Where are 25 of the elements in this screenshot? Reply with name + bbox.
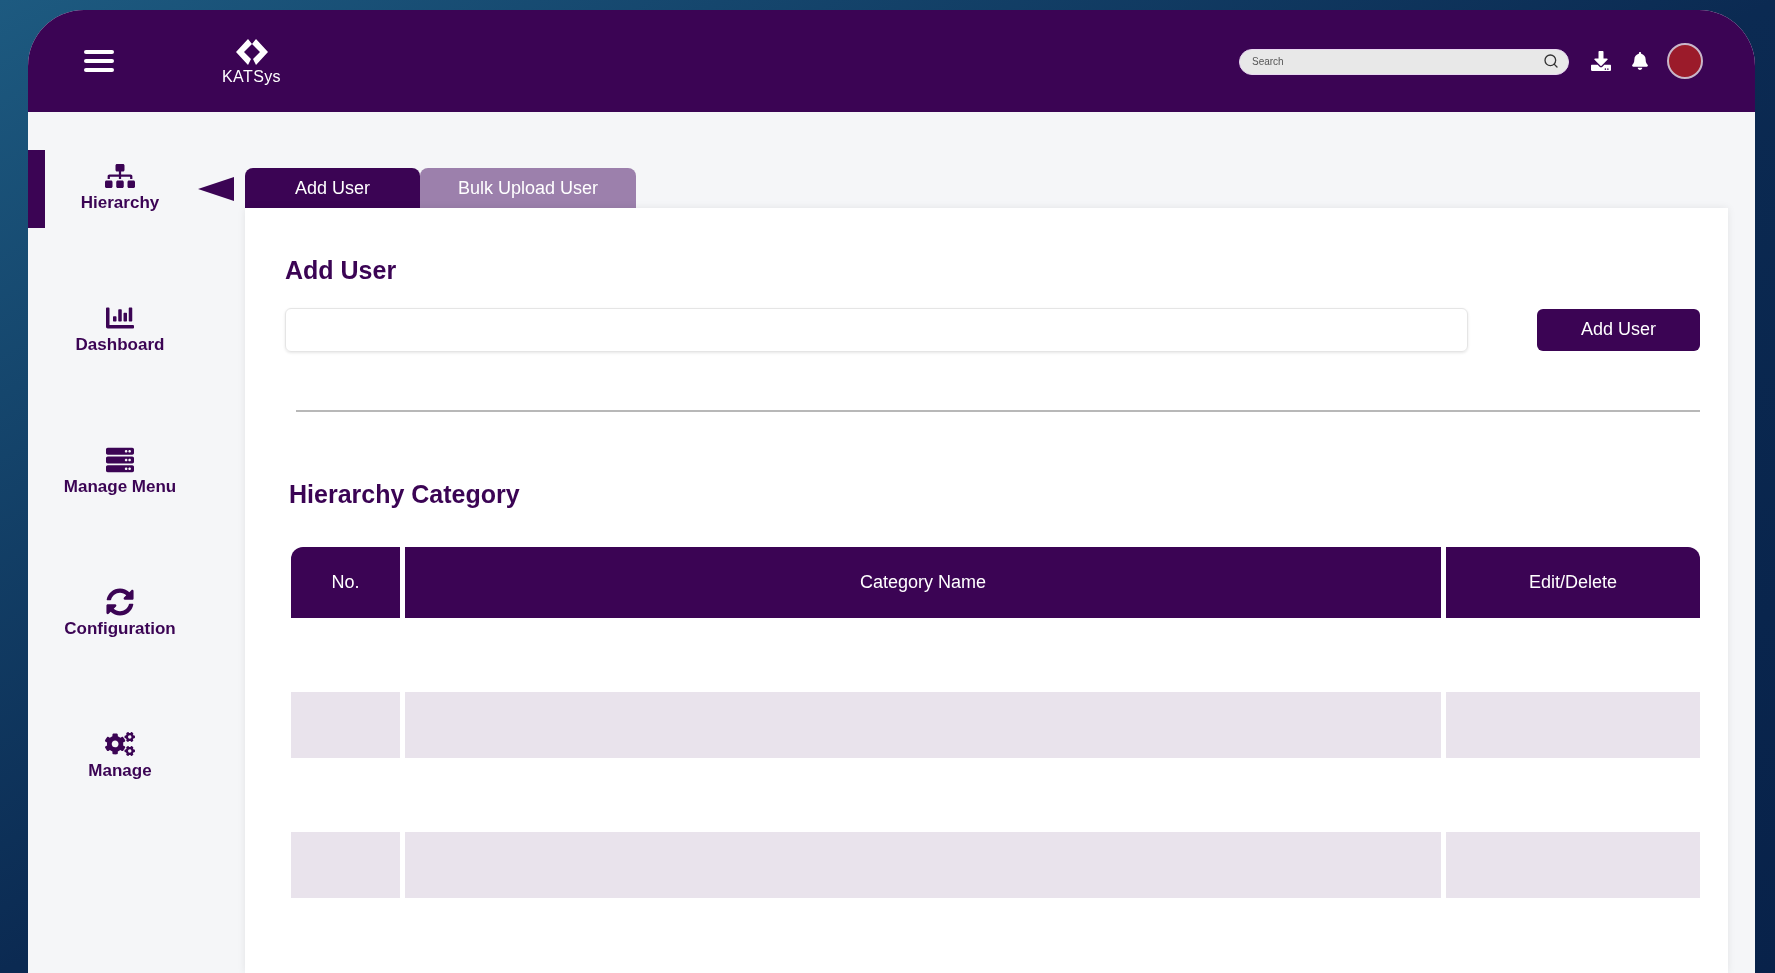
hierarchy-icon xyxy=(105,162,135,191)
column-header: No. xyxy=(291,547,400,618)
tab[interactable]: Add User xyxy=(245,168,420,208)
bell-icon[interactable] xyxy=(1631,52,1649,70)
form-title: Add User xyxy=(285,255,398,286)
column-header: Category Name xyxy=(405,547,1441,618)
sidebar-item[interactable]: Hierarchy xyxy=(45,162,195,216)
pointer-triangle-icon xyxy=(198,177,234,201)
section-title: Hierarchy Category xyxy=(289,478,521,510)
add-user-button[interactable]: Add User xyxy=(1537,308,1700,351)
gears-icon xyxy=(105,730,135,759)
input-field[interactable] xyxy=(285,307,1468,352)
menu-icon[interactable] xyxy=(84,49,114,73)
sidebar-item[interactable]: Manage xyxy=(45,730,195,784)
sidebar-item[interactable]: Manage Menu xyxy=(45,446,195,500)
server-icon xyxy=(105,446,135,475)
avatar[interactable] xyxy=(1667,43,1703,79)
download-icon[interactable] xyxy=(1591,51,1611,71)
sidebar-item[interactable]: Dashboard xyxy=(45,304,195,358)
column-header: Edit/Delete xyxy=(1446,547,1700,618)
sidebar-item[interactable]: Configuration xyxy=(45,588,195,642)
refresh-icon xyxy=(105,588,135,617)
search-icon[interactable] xyxy=(1543,53,1559,69)
logo-text: KATSys xyxy=(222,69,281,85)
search-field[interactable]: Search xyxy=(1239,48,1569,75)
